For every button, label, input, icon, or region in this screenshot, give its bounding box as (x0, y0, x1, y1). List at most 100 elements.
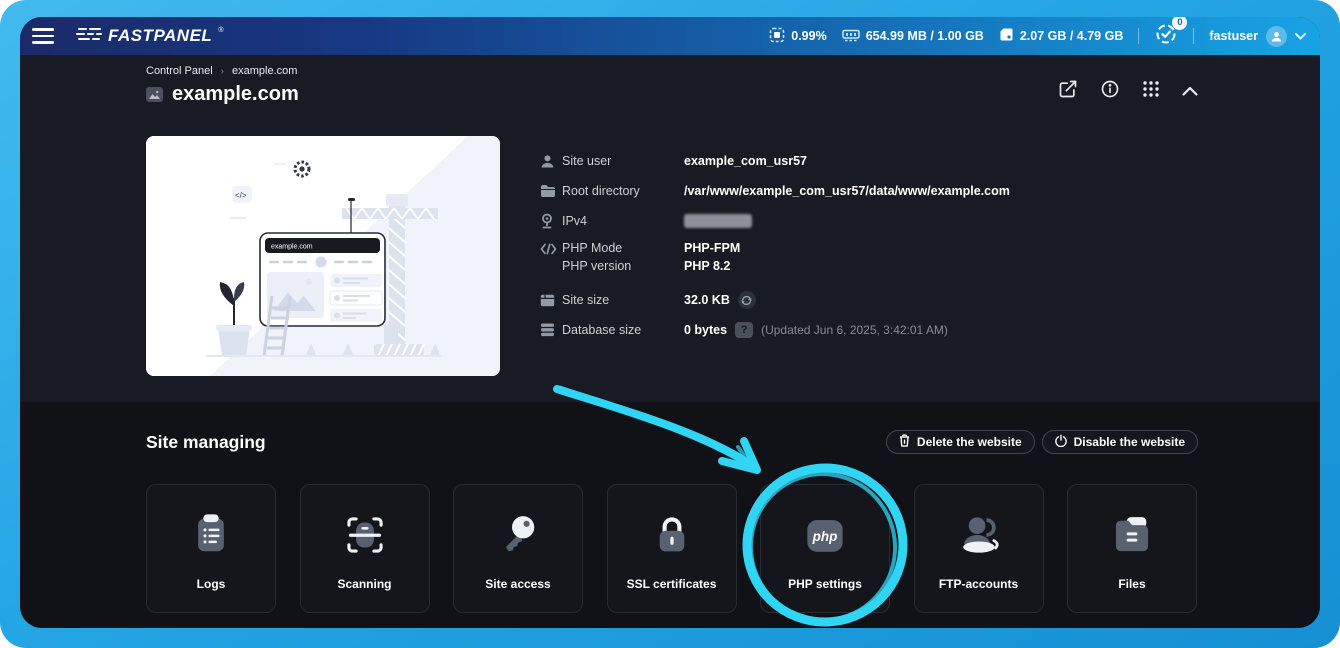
collapse-chevron-up-icon[interactable] (1182, 83, 1198, 101)
trash-icon (899, 434, 910, 450)
info-icon[interactable] (1100, 79, 1120, 104)
folder-icon (540, 184, 562, 198)
section-title: Site managing (146, 432, 266, 453)
managing-tiles: Logs Scanning Site access (146, 484, 1198, 613)
topbar-divider (1138, 28, 1139, 44)
lock-icon (649, 507, 695, 563)
browser-window-illustration: example.com (260, 233, 385, 326)
tile-label: Site access (485, 577, 550, 591)
open-site-icon[interactable] (1058, 79, 1078, 104)
database-icon (540, 323, 562, 337)
ftp-users-icon (953, 507, 1005, 563)
database-updated-text: (Updated Jun 6, 2025, 3:42:01 AM) (761, 323, 948, 337)
tile-label: Logs (197, 577, 226, 591)
php-mode-value: PHP-FPM (684, 241, 740, 255)
page-title: example.com (146, 83, 299, 106)
site-user-value: example_com_usr57 (684, 154, 807, 168)
site-size-label: Site size (562, 293, 684, 307)
php-version-value: PHP 8.2 (684, 259, 730, 273)
disk-usage-stat: 2.07 GB / 4.79 GB (999, 27, 1124, 45)
tile-label: PHP settings (788, 577, 862, 591)
ram-usage-value: 654.99 MB / 1.00 GB (866, 29, 984, 43)
svg-text:example.com: example.com (271, 244, 313, 251)
root-directory-label: Root directory (562, 184, 684, 198)
menu-button[interactable] (32, 28, 54, 44)
fastpanel-logo[interactable]: FASTPANEL ® (76, 26, 223, 47)
disk-usage-value: 2.07 GB / 4.79 GB (1020, 29, 1124, 43)
chevron-down-icon (1295, 27, 1306, 45)
site-user-label: Site user (562, 154, 684, 168)
site-size-row: Site size 32.0 KB (540, 285, 1010, 315)
help-badge[interactable]: ? (735, 322, 753, 338)
site-info-list: Site user example_com_usr57 Root directo… (540, 136, 1010, 376)
ipv4-value-redacted (684, 214, 752, 228)
tile-label: FTP-accounts (939, 577, 1018, 591)
user-icon (540, 154, 562, 169)
window-icon (540, 294, 562, 307)
delete-website-button[interactable]: Delete the website (886, 430, 1035, 454)
svg-text:</>: </> (235, 191, 247, 200)
ipv4-row: IPv4 (540, 206, 1010, 236)
site-preview-illustration: example.com (146, 136, 500, 376)
tile-label: SSL certificates (627, 577, 717, 591)
breadcrumb: Control Panel › example.com (146, 65, 299, 77)
php-row: PHP Mode PHP-FPM PHP version PHP 8.2 (540, 236, 1010, 285)
root-directory-row: Root directory /var/www/example_com_usr5… (540, 176, 1010, 206)
tile-ftp-accounts[interactable]: FTP-accounts (914, 484, 1044, 613)
code-icon (540, 241, 562, 255)
tile-php-settings[interactable]: php PHP settings (760, 484, 890, 613)
files-folder-icon (1107, 507, 1157, 563)
php-mode-label: PHP Mode (562, 241, 684, 255)
tile-ssl-certificates[interactable]: SSL certificates (607, 484, 737, 613)
topbar-divider (1193, 28, 1194, 44)
breadcrumb-separator-icon: › (221, 66, 224, 77)
fastpanel-logo-reg: ® (218, 27, 223, 34)
fastpanel-logo-text: FASTPANEL (108, 26, 212, 46)
php-icon: php (799, 507, 851, 563)
tile-logs[interactable]: Logs (146, 484, 276, 613)
site-user-row: Site user example_com_usr57 (540, 146, 1010, 176)
fastpanel-logo-icon (76, 26, 102, 47)
ram-icon (842, 28, 860, 45)
database-size-label: Database size (562, 323, 684, 337)
page-background: FASTPANEL ® 0.99% 654.99 MB / 1.00 GB (0, 0, 1340, 648)
logs-icon (187, 507, 235, 563)
ram-usage-stat: 654.99 MB / 1.00 GB (842, 28, 984, 45)
breadcrumb-control-panel[interactable]: Control Panel (146, 65, 213, 77)
apps-grid-icon[interactable] (1142, 80, 1160, 103)
user-menu[interactable]: fastuser (1209, 26, 1306, 47)
tile-site-access[interactable]: Site access (453, 484, 583, 613)
disable-website-label: Disable the website (1074, 435, 1185, 449)
topbar: FASTPANEL ® 0.99% 654.99 MB / 1.00 GB (20, 17, 1320, 55)
location-pin-icon (540, 213, 562, 229)
database-size-row: Database size 0 bytes ? (Updated Jun 6, … (540, 315, 1010, 345)
user-avatar-icon (1266, 26, 1287, 47)
site-image-icon (146, 87, 163, 102)
site-managing-section: Site managing Delete the website Disable… (20, 402, 1320, 628)
cpu-usage-value: 0.99% (791, 29, 826, 43)
site-size-value: 32.0 KB (684, 293, 730, 307)
tile-files[interactable]: Files (1067, 484, 1197, 613)
cpu-usage-stat: 0.99% (769, 27, 826, 46)
ipv4-label: IPv4 (562, 214, 684, 228)
refresh-icon[interactable] (738, 291, 756, 309)
tile-scanning[interactable]: Scanning (300, 484, 430, 613)
breadcrumb-current: example.com (232, 65, 297, 77)
power-icon (1055, 434, 1067, 450)
delete-website-label: Delete the website (917, 435, 1022, 449)
tasks-badge: 0 (1172, 17, 1187, 30)
database-size-value: 0 bytes (684, 323, 727, 337)
tasks-button[interactable]: 0 (1154, 22, 1178, 51)
site-overview-section: Control Panel › example.com example.com (20, 55, 1320, 402)
php-version-label: PHP version (562, 259, 684, 273)
app-window: FASTPANEL ® 0.99% 654.99 MB / 1.00 GB (20, 17, 1320, 628)
scan-icon (340, 507, 390, 563)
svg-text:php: php (812, 529, 838, 544)
tile-label: Scanning (337, 577, 391, 591)
page-title-text: example.com (172, 83, 299, 106)
tile-label: Files (1118, 577, 1145, 591)
disk-icon (999, 27, 1014, 45)
root-directory-value: /var/www/example_com_usr57/data/www/exam… (684, 184, 1010, 198)
disable-website-button[interactable]: Disable the website (1042, 430, 1198, 454)
username: fastuser (1209, 29, 1258, 43)
